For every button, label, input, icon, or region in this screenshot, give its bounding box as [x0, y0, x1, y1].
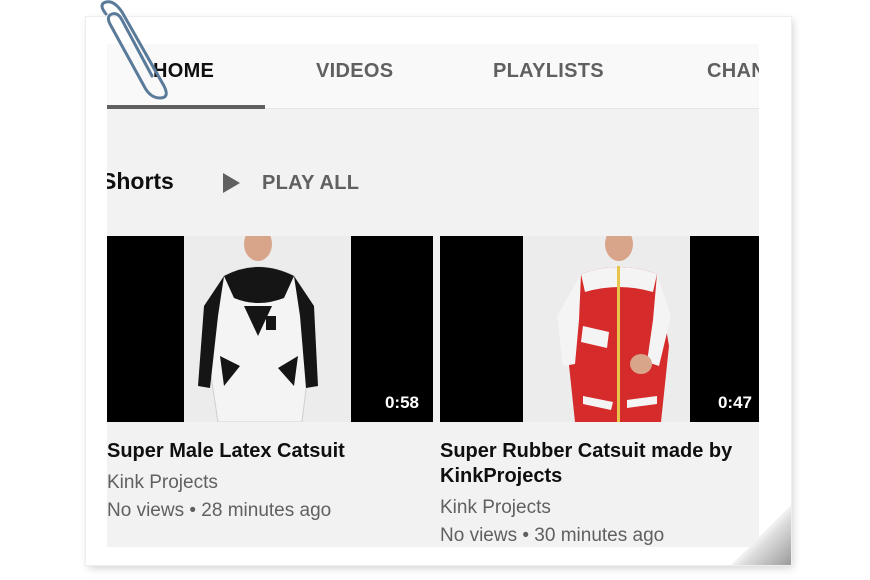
tab-playlists[interactable]: PLAYLISTS — [493, 44, 604, 108]
play-all-button[interactable]: PLAY ALL — [223, 168, 359, 198]
video-thumbnail[interactable]: 0:58 — [107, 236, 433, 422]
video-title[interactable]: Super Rubber Catsuit made by KinkProject… — [440, 439, 740, 489]
video-meta: No views • 30 minutes ago — [440, 525, 665, 546]
channel-name[interactable]: Kink Projects — [440, 494, 759, 522]
video-duration: 0:47 — [715, 392, 754, 414]
thumbnail-image — [184, 236, 351, 422]
paperclip-icon — [100, 0, 168, 100]
active-tab-indicator — [107, 105, 265, 109]
video-thumbnail[interactable]: 0:47 — [440, 236, 759, 422]
video-card[interactable]: 0:58 Super Male Latex Catsuit Kink Proje… — [107, 236, 433, 525]
play-all-label: PLAY ALL — [262, 171, 360, 194]
channel-page: HOME VIDEOS PLAYLISTS CHAN Shorts PLAY A… — [107, 44, 759, 547]
video-meta: No views • 28 minutes ago — [107, 500, 332, 521]
channel-name[interactable]: Kink Projects — [107, 469, 433, 497]
tab-videos[interactable]: VIDEOS — [316, 44, 393, 108]
shelf-title: Shorts — [107, 168, 174, 194]
thumbnail-image — [523, 236, 690, 422]
channel-tab-bar: HOME VIDEOS PLAYLISTS CHAN — [107, 44, 759, 109]
play-icon — [223, 173, 240, 193]
video-card[interactable]: 0:47 Super Rubber Catsuit made by KinkPr… — [440, 236, 759, 547]
tab-channels[interactable]: CHAN — [707, 44, 759, 108]
screenshot-paper: HOME VIDEOS PLAYLISTS CHAN Shorts PLAY A… — [86, 17, 791, 565]
video-duration: 0:58 — [382, 392, 421, 414]
video-title[interactable]: Super Male Latex Catsuit — [107, 439, 407, 464]
